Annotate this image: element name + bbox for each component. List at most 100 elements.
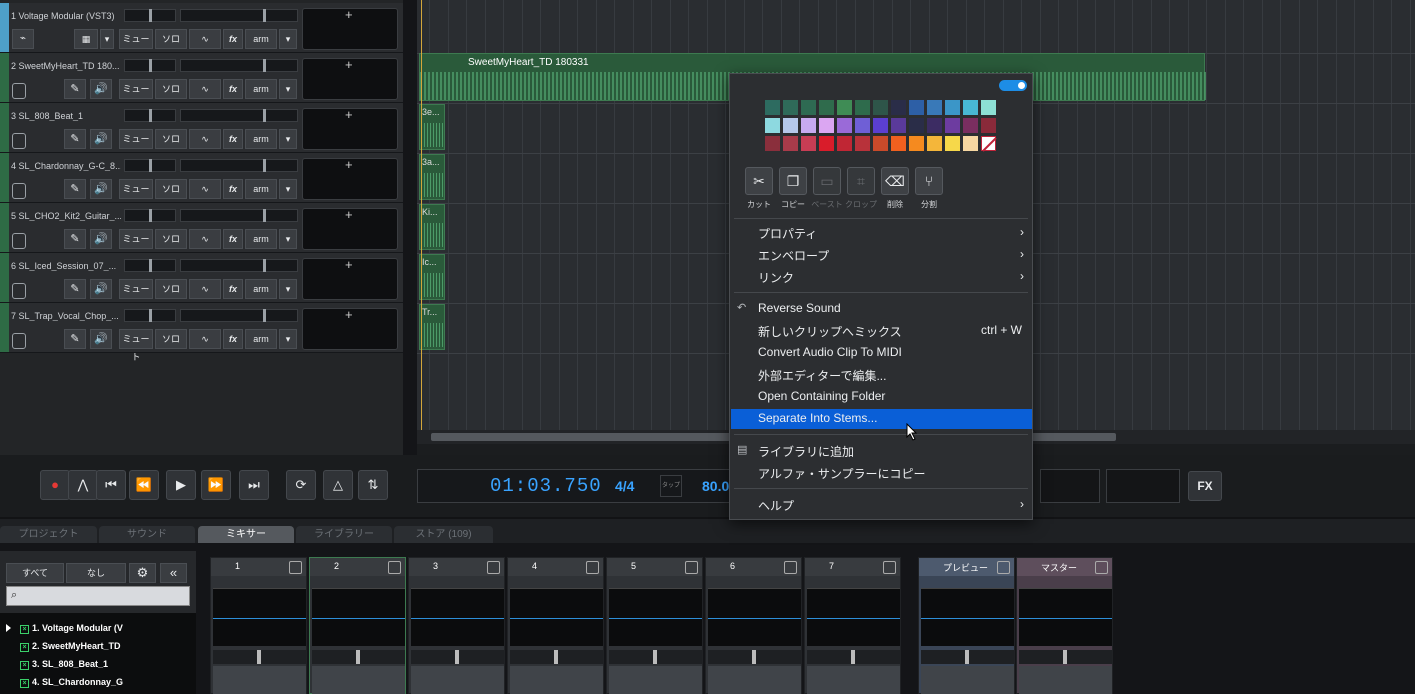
- color-swatch[interactable]: [855, 100, 870, 115]
- channel-fader[interactable]: [708, 666, 801, 694]
- chevron-down-icon[interactable]: ▾: [279, 129, 297, 149]
- expand-arrow-icon[interactable]: [6, 624, 11, 632]
- no-color-swatch[interactable]: [981, 136, 997, 152]
- channel-header[interactable]: マスター: [1017, 558, 1112, 576]
- chevron-down-icon[interactable]: ▾: [279, 179, 297, 199]
- color-swatch[interactable]: [909, 118, 924, 133]
- search-input[interactable]: ⌕: [6, 586, 190, 606]
- insert-slot[interactable]: +: [302, 57, 398, 100]
- color-swatch[interactable]: [765, 100, 780, 115]
- track-color-bar[interactable]: [0, 153, 9, 202]
- record-button[interactable]: ●: [40, 470, 70, 500]
- menu-item[interactable]: 新しいクリップへミックス ctrl + W: [731, 321, 1032, 341]
- track-name[interactable]: 3 SL_808_Beat_1: [11, 111, 83, 121]
- pan-knob[interactable]: [921, 650, 1014, 664]
- mixer-channel[interactable]: 6: [705, 557, 802, 694]
- track-list-item[interactable]: × 1. Voltage Modular (V: [20, 623, 123, 634]
- solo-button[interactable]: ソロ: [155, 29, 187, 49]
- volume-fader[interactable]: [124, 109, 176, 122]
- checkbox-icon[interactable]: ×: [20, 643, 29, 652]
- color-toggle[interactable]: [999, 80, 1027, 91]
- color-swatch[interactable]: [981, 100, 996, 115]
- mixer-channel[interactable]: 1: [210, 557, 307, 694]
- track-color-bar[interactable]: [0, 53, 9, 102]
- edit-pencil-icon[interactable]: ✎: [64, 329, 86, 349]
- tab-3[interactable]: ライブラリー: [296, 526, 392, 543]
- color-swatch[interactable]: [981, 118, 996, 133]
- color-swatch[interactable]: [945, 136, 960, 151]
- checkbox-icon[interactable]: ×: [20, 625, 29, 634]
- track-color-bar[interactable]: [0, 203, 9, 252]
- track-name[interactable]: 4 SL_Chardonnay_G-C_8...: [11, 161, 121, 171]
- mixer-special-channel[interactable]: プレビュー: [918, 557, 1015, 694]
- channel-fader[interactable]: [1019, 666, 1112, 694]
- menu-item-library[interactable]: アルファ・サンプラーにコピー: [731, 463, 1032, 483]
- pan-fader[interactable]: [180, 209, 298, 222]
- pan-knob[interactable]: [708, 650, 801, 664]
- mute-button[interactable]: ミュート: [119, 79, 153, 112]
- track-header[interactable]: 4 SL_Chardonnay_G-C_8... ✎🔊 ミュートソロ∿fxarm▾ +: [0, 153, 403, 212]
- color-swatch[interactable]: [783, 100, 798, 115]
- arm-button[interactable]: arm: [245, 229, 277, 249]
- go-end-button[interactable]: ⏭: [239, 470, 269, 500]
- color-swatch[interactable]: [837, 100, 852, 115]
- track-header[interactable]: 5 SL_CHO2_Kit2_Guitar_... ✎🔊 ミュートソロ∿fxarm▾…: [0, 203, 403, 262]
- add-icon[interactable]: +: [345, 107, 353, 122]
- pan-fader[interactable]: [180, 309, 298, 322]
- tempo-display[interactable]: 80.0: [702, 478, 729, 494]
- color-swatch[interactable]: [855, 118, 870, 133]
- add-icon[interactable]: +: [345, 57, 353, 72]
- solo-button[interactable]: ソロ: [155, 229, 187, 249]
- color-swatch[interactable]: [945, 118, 960, 133]
- track-color-bar[interactable]: [0, 253, 9, 302]
- color-swatch[interactable]: [927, 118, 942, 133]
- automation-icon[interactable]: ∿: [189, 279, 221, 299]
- insert-slot[interactable]: +: [302, 257, 398, 300]
- color-swatch[interactable]: [855, 136, 870, 151]
- color-swatch[interactable]: [765, 118, 780, 133]
- fx-button[interactable]: fx: [223, 29, 243, 49]
- checkbox-icon[interactable]: ×: [20, 679, 29, 688]
- pan-fader[interactable]: [180, 109, 298, 122]
- mute-button[interactable]: ミュート: [119, 29, 153, 62]
- tab-4[interactable]: ストア (109): [394, 526, 493, 543]
- channel-header[interactable]: 4: [508, 558, 603, 576]
- piano-roll-button[interactable]: ▦: [74, 29, 98, 49]
- color-swatch[interactable]: [783, 118, 798, 133]
- pan-fader[interactable]: [180, 259, 298, 272]
- channel-fader[interactable]: [609, 666, 702, 694]
- channel-header[interactable]: 3: [409, 558, 504, 576]
- collapse-icon[interactable]: «: [160, 563, 187, 583]
- volume-fader[interactable]: [124, 309, 176, 322]
- channel-fader[interactable]: [312, 666, 405, 694]
- track-name[interactable]: 6 SL_Iced_Session_07_...: [11, 261, 116, 271]
- add-icon[interactable]: +: [345, 257, 353, 272]
- master-fx-button[interactable]: FX: [1188, 471, 1222, 501]
- automation-button[interactable]: ⋀: [68, 470, 98, 500]
- split-icon[interactable]: ⑂: [915, 167, 943, 195]
- track-name[interactable]: 7 SL_Trap_Vocal_Chop_...: [11, 311, 119, 321]
- track-header[interactable]: 2 SweetMyHeart_TD 180... ✎🔊 ミュートソロ∿fxarm▾ +: [0, 53, 403, 112]
- color-swatch[interactable]: [945, 100, 960, 115]
- track-header[interactable]: 1 Voltage Modular (VST3)⌁▦▾ミュートソロ∿fxarm▾…: [0, 3, 403, 62]
- fx-button[interactable]: fx: [223, 329, 243, 349]
- mini-clip[interactable]: Ki...: [419, 204, 445, 250]
- menu-item[interactable]: 外部エディターで編集...: [731, 365, 1032, 385]
- time-display[interactable]: 01:03.750: [490, 475, 602, 497]
- go-start-button[interactable]: ⏮: [96, 470, 126, 500]
- track-list-item[interactable]: × 3. SL_808_Beat_1: [20, 659, 108, 670]
- pan-knob[interactable]: [1019, 650, 1112, 664]
- color-swatch[interactable]: [873, 118, 888, 133]
- tab-1[interactable]: サウンド: [99, 526, 195, 543]
- color-swatch[interactable]: [963, 136, 978, 151]
- track-header[interactable]: 7 SL_Trap_Vocal_Chop_... ✎ 🔊 ミュート ソロ ∿ fx arm ▾ +: [0, 303, 403, 362]
- pan-knob[interactable]: [807, 650, 900, 664]
- channel-fader[interactable]: [807, 666, 900, 694]
- volume-fader[interactable]: [124, 209, 176, 222]
- menu-item[interactable]: ↶ Reverse Sound: [731, 299, 1032, 319]
- insert-slot[interactable]: +: [302, 307, 398, 350]
- track-list-item[interactable]: × 4. SL_Chardonnay_G: [20, 677, 123, 688]
- volume-icon[interactable]: 🔊: [90, 279, 112, 299]
- edit-pencil-icon[interactable]: ✎: [64, 79, 86, 99]
- arm-button[interactable]: arm: [245, 129, 277, 149]
